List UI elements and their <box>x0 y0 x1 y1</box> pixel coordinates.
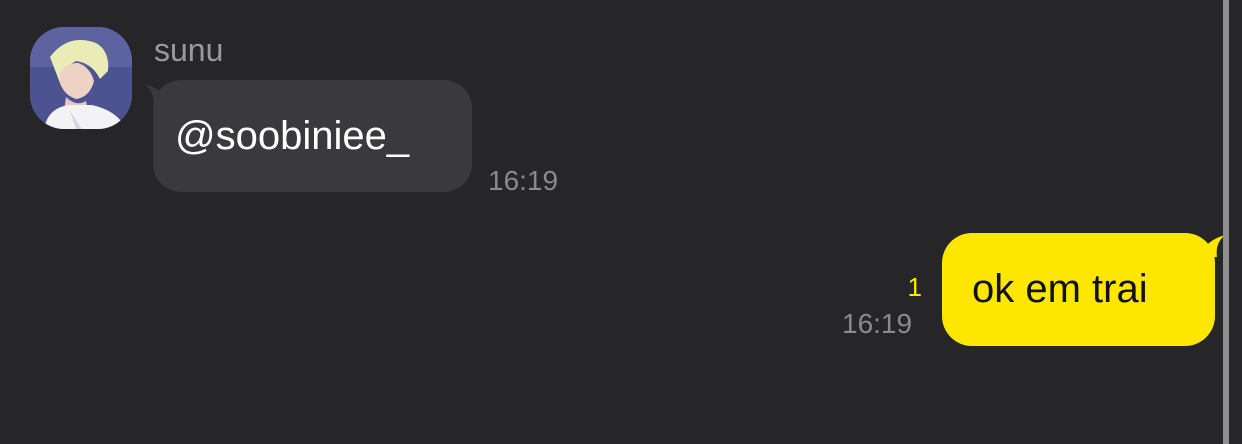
sender-avatar[interactable] <box>30 27 132 129</box>
unread-count-badge: 1 <box>907 272 922 302</box>
bubble-tail-icon <box>145 84 167 106</box>
outgoing-message-bubble[interactable]: ok em trai <box>942 233 1225 346</box>
incoming-message-text: @soobiniee_ <box>175 114 410 158</box>
scrollbar[interactable] <box>1223 0 1229 444</box>
incoming-message-bubble[interactable]: @soobiniee_ <box>145 80 472 192</box>
outgoing-message-time: 16:19 <box>842 308 913 339</box>
outgoing-message-text: ok em trai <box>972 267 1148 311</box>
chat-view: sunu @soobiniee_ 16:19 1 16:19 ok em tra… <box>0 0 1242 444</box>
bubble-tail-icon <box>1203 235 1225 257</box>
incoming-message-time: 16:19 <box>488 165 559 196</box>
sender-name: sunu <box>154 32 224 68</box>
